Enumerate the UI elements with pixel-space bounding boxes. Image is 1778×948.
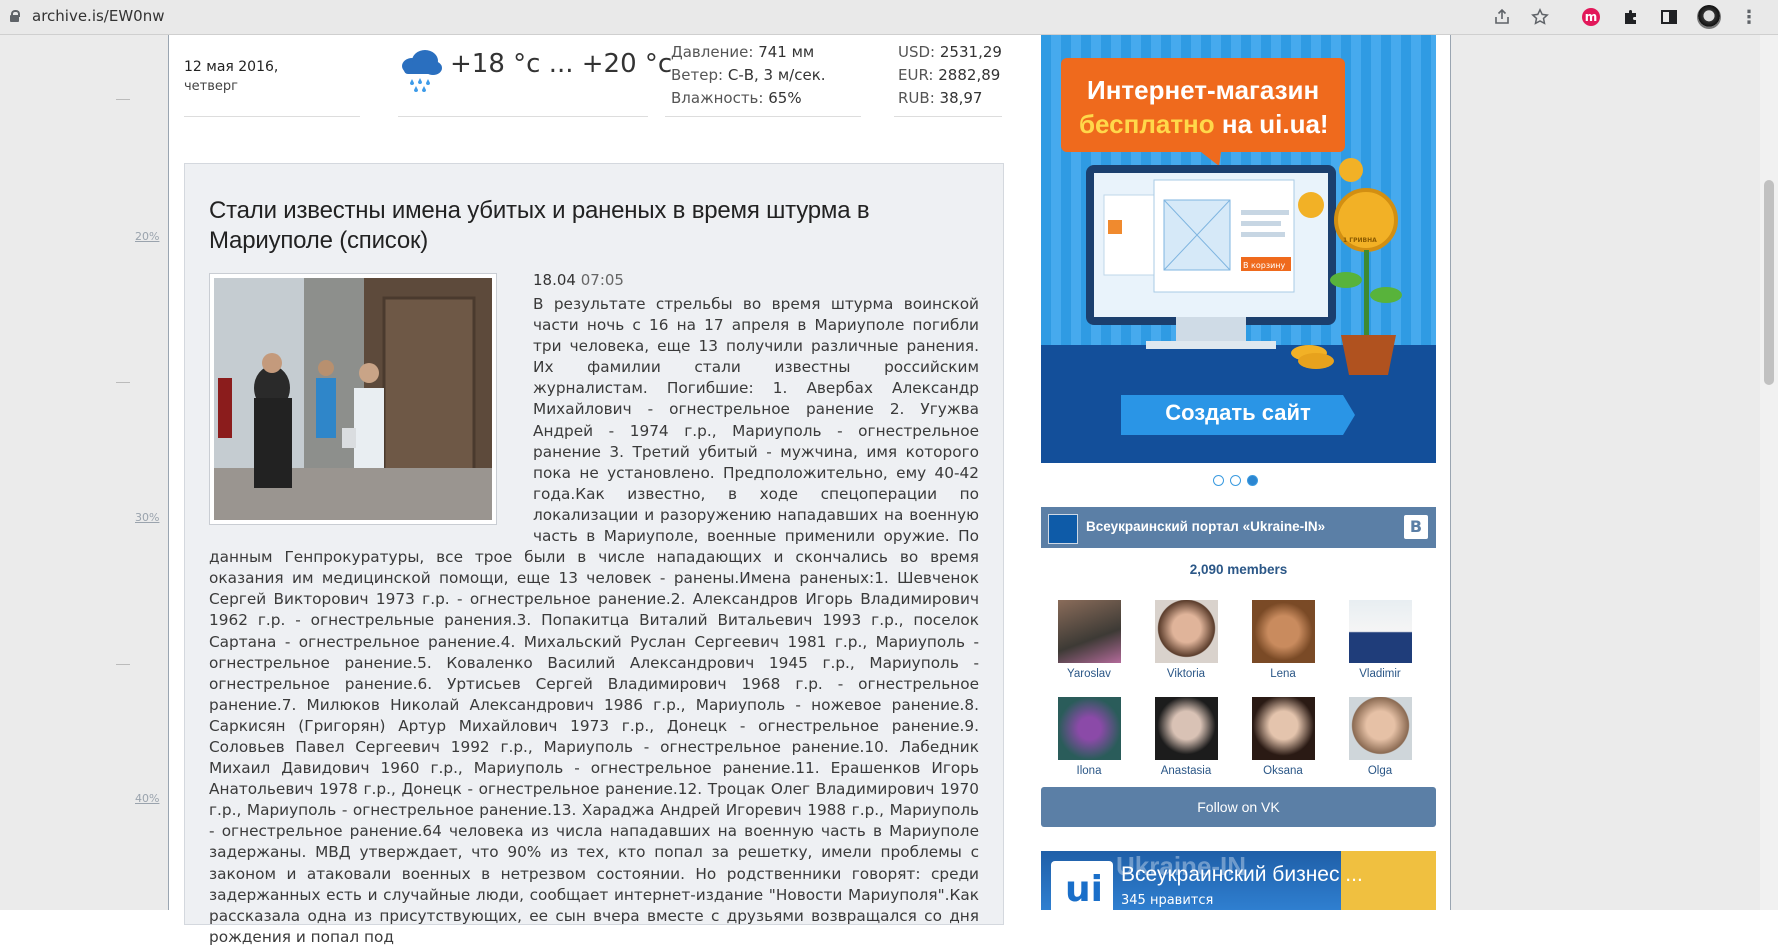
page-background: 20% 30% 40% 12 мая 2016, четверг +18 °с … — [0, 35, 1778, 946]
member-name: Olga — [1367, 765, 1393, 777]
facebook-page-widget[interactable]: Ukraine-IN ui Всеукраинский бизнес ... 3… — [1041, 851, 1436, 910]
vk-member[interactable]: Lena — [1243, 600, 1323, 680]
divider — [894, 116, 1002, 117]
carousel-dot[interactable] — [1230, 475, 1241, 486]
profile-avatar-icon[interactable] — [1697, 5, 1721, 29]
carousel-dot-active[interactable] — [1247, 475, 1258, 486]
article-time: 07:05 — [580, 271, 624, 289]
ad-coin-label: 1 ГРИВНА — [1343, 237, 1377, 244]
member-name: Lena — [1270, 668, 1296, 680]
vk-member[interactable]: Anastasia — [1146, 697, 1226, 777]
article-meta: 18.04 07:05 — [533, 271, 624, 289]
weather-row: Давление: 741 мм — [671, 43, 815, 61]
sidebar-icon[interactable] — [1658, 6, 1680, 28]
vk-logo-icon[interactable]: B — [1404, 515, 1428, 539]
share-icon[interactable] — [1491, 6, 1513, 28]
ruler-label-30[interactable]: 30% — [135, 511, 159, 524]
puzzle-icon[interactable] — [1620, 6, 1642, 28]
ruler-mark — [116, 99, 130, 100]
article-card: Стали известны имена убитых и раненых в … — [184, 163, 1004, 946]
vk-member[interactable]: Vladimir — [1340, 600, 1420, 680]
star-icon[interactable] — [1529, 6, 1551, 28]
browser-address-bar: archive.is/EW0nw m ⋮ — [0, 0, 1778, 35]
member-name: Ilona — [1076, 765, 1102, 777]
ad-headline-2: бесплатно на ui.ua! — [1079, 109, 1329, 139]
member-name: Viktoria — [1166, 668, 1206, 680]
vk-member[interactable]: Olga — [1340, 697, 1420, 777]
currency-row: EUR: 2882,89 — [898, 66, 1001, 84]
rain-cloud-icon — [398, 48, 444, 96]
member-name: Oksana — [1263, 765, 1303, 777]
ad-create-site-button[interactable]: Создать сайт — [1121, 400, 1355, 426]
vk-member[interactable]: Viktoria — [1146, 600, 1226, 680]
weather-row: Ветер: С-В, 3 м/сек. — [671, 66, 826, 84]
facebook-page-title[interactable]: Всеукраинский бизнес ... — [1121, 863, 1363, 887]
carousel-dot[interactable] — [1213, 475, 1224, 486]
vk-group-name[interactable]: Всеукраинский портал «Ukraine-IN» — [1086, 519, 1325, 534]
article-title[interactable]: Стали известны имена убитых и раненых в … — [209, 196, 949, 256]
member-name: Anastasia — [1160, 765, 1212, 777]
ad-cart-label: В корзину — [1243, 261, 1286, 270]
ruler-label-20[interactable]: 20% — [135, 230, 159, 243]
member-avatar — [1057, 697, 1121, 760]
member-avatar — [1251, 600, 1315, 663]
member-name: Vladimir — [1359, 668, 1401, 680]
ruler-label-40[interactable]: 40% — [135, 792, 159, 805]
header-weekday: четверг — [184, 79, 238, 94]
member-name: Yaroslav — [1067, 668, 1111, 680]
currency-rates: USD: 2531,29 EUR: 2882,89 RUB: 38,97 — [898, 41, 1002, 110]
member-avatar — [1348, 600, 1412, 663]
temperature: +18 °с ... +20 °с — [450, 49, 673, 79]
vertical-scrollbar[interactable] — [1760, 35, 1778, 910]
url-text[interactable]: archive.is/EW0nw — [32, 7, 165, 25]
follow-on-vk-button[interactable]: Follow on VK — [1041, 787, 1436, 827]
ui-ua-advertisement[interactable]: Интернет-магазин бесплатно на ui.ua! В к… — [1041, 35, 1436, 463]
more-menu-icon[interactable]: ⋮ — [1738, 6, 1760, 28]
weather-details: Давление: 741 мм Ветер: С-В, 3 м/сек. Вл… — [671, 41, 826, 110]
ruler-mark — [116, 664, 130, 665]
ruler-mark — [116, 382, 130, 383]
member-avatar — [1154, 600, 1218, 663]
vk-member[interactable]: Ilona — [1049, 697, 1129, 777]
article-body: В результате стрельбы во время штурма во… — [209, 295, 979, 946]
facebook-page-likes: 345 нравится — [1121, 893, 1214, 908]
extension-m-icon[interactable]: m — [1582, 8, 1600, 26]
lock-icon — [10, 10, 20, 22]
divider — [398, 116, 648, 117]
vk-member[interactable]: Oksana — [1243, 697, 1323, 777]
divider — [184, 116, 360, 117]
weather-row: Влажность: 65% — [671, 89, 802, 107]
vk-member[interactable]: Yaroslav — [1049, 600, 1129, 680]
article-date: 18.04 — [533, 271, 576, 289]
currency-row: RUB: 38,97 — [898, 89, 983, 107]
header-date: 12 мая 2016, — [184, 59, 279, 75]
vk-members-count[interactable]: 2,090 members — [1041, 562, 1436, 577]
page-logo: ui — [1051, 861, 1113, 910]
member-avatar — [1057, 600, 1121, 663]
currency-row: USD: 2531,29 — [898, 43, 1002, 61]
member-avatar — [1154, 697, 1218, 760]
divider — [665, 116, 861, 117]
group-logo[interactable] — [1048, 514, 1078, 544]
carousel-dots — [1213, 475, 1258, 486]
member-avatar — [1348, 697, 1412, 760]
vk-widget-header: Всеукраинский портал «Ukraine-IN» B — [1041, 507, 1436, 548]
member-avatar — [1251, 697, 1315, 760]
ad-headline: Интернет-магазин — [1087, 75, 1320, 105]
scrollbar-thumb[interactable] — [1764, 180, 1774, 385]
